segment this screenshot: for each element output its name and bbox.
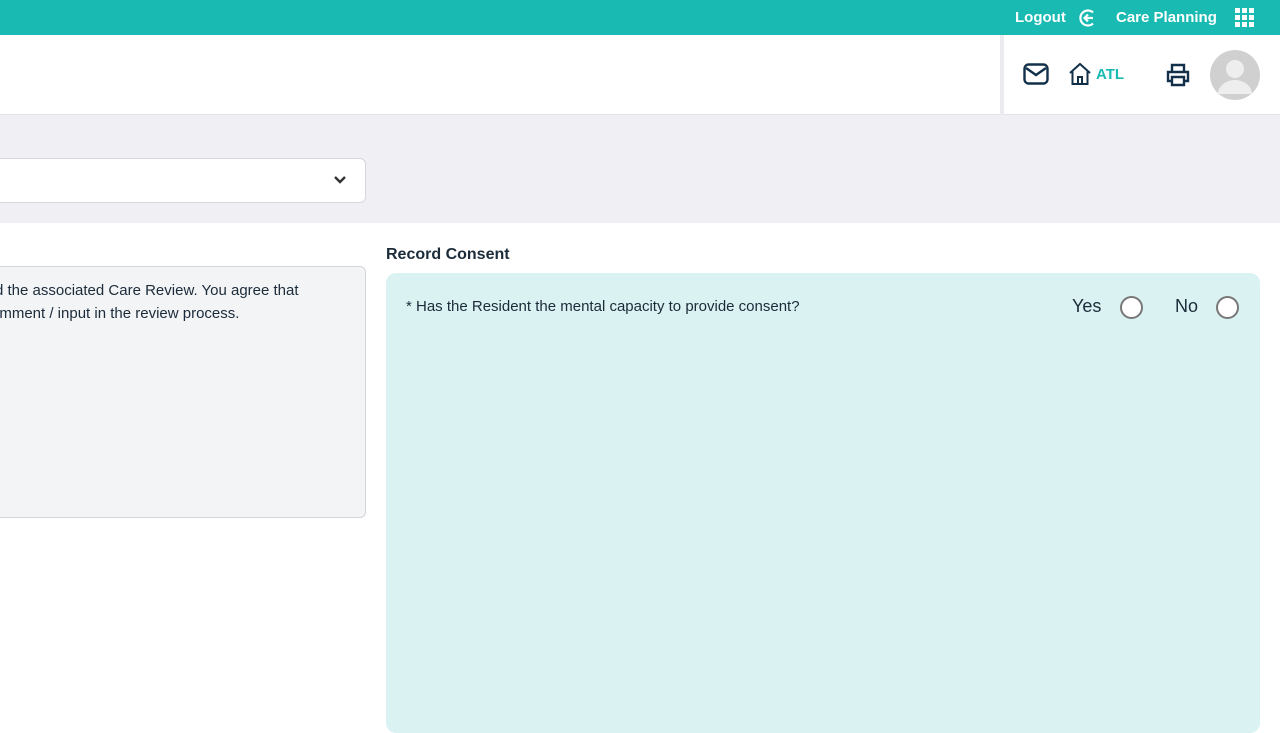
avatar[interactable] (1210, 50, 1260, 100)
record-consent-title: Record Consent (386, 246, 510, 263)
capacity-question: * Has the Resident the mental capacity t… (406, 298, 800, 315)
notice-line: omment / input in the review process. (0, 305, 240, 322)
top-bar: Logout Care Planning (0, 0, 1280, 35)
dropdown-select[interactable] (0, 158, 366, 203)
consent-notice-text: d the associated Care Review. You agree … (0, 266, 366, 518)
chevron-down-icon (334, 176, 346, 184)
app-grid-icon[interactable] (1235, 8, 1255, 28)
app-name[interactable]: Care Planning (1116, 9, 1217, 26)
home-icon[interactable] (1068, 62, 1092, 86)
print-icon[interactable] (1165, 62, 1191, 88)
yes-label: Yes (1072, 296, 1102, 316)
home-label[interactable]: ATL (1096, 66, 1124, 83)
header: ATL (0, 35, 1280, 115)
notice-line: d the associated Care Review. You agree … (0, 282, 299, 299)
logout-link[interactable]: Logout (1015, 9, 1066, 26)
yes-radio[interactable] (1120, 296, 1143, 319)
no-radio[interactable] (1216, 296, 1239, 319)
filter-bar (0, 115, 1280, 223)
divider (1000, 35, 1004, 115)
no-label: No (1175, 296, 1199, 316)
mail-icon[interactable] (1023, 63, 1049, 85)
consent-panel: * Has the Resident the mental capacity t… (386, 273, 1260, 733)
logout-icon[interactable] (1078, 8, 1098, 28)
